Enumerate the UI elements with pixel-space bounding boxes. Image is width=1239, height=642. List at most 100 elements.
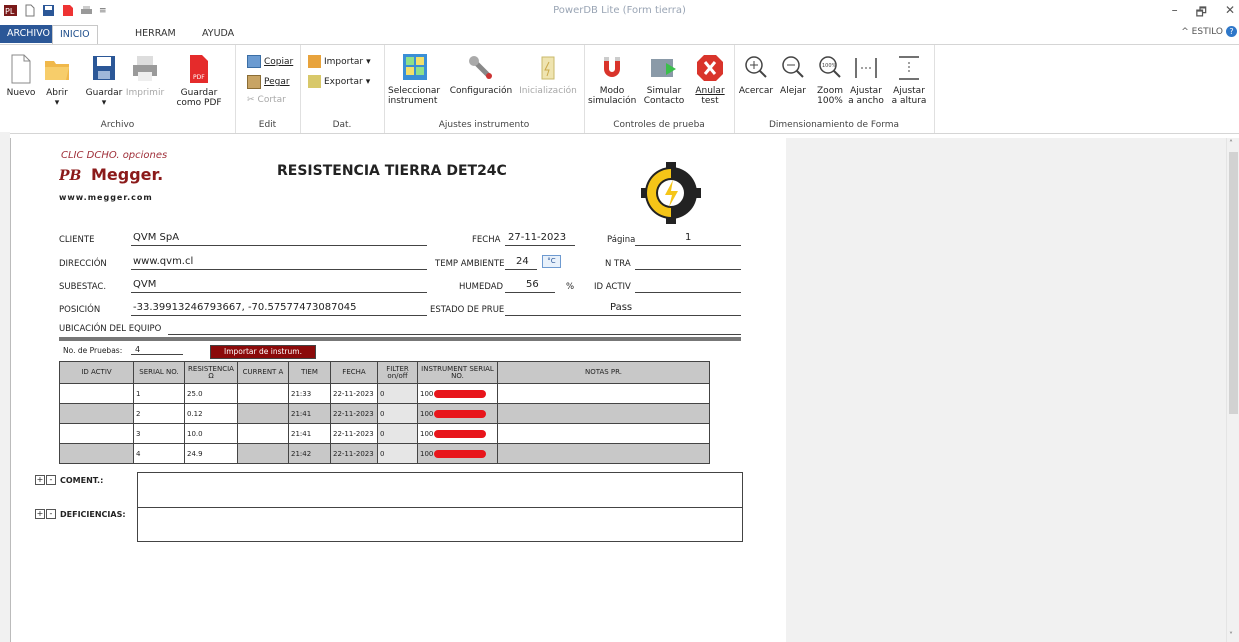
group-label-dat: Dat. <box>332 120 352 130</box>
copiar-button[interactable]: Copiar <box>247 55 293 68</box>
cell-notas[interactable] <box>497 383 710 404</box>
pdf-file-icon: PDF <box>190 55 208 83</box>
cliente-underline <box>131 245 427 246</box>
scroll-up-icon[interactable]: ˄ <box>1229 139 1233 148</box>
seleccionar-instrument-button[interactable]: Seleccionar instrument <box>388 53 448 106</box>
copy-icon <box>247 55 261 68</box>
cell-notas[interactable] <box>497 403 710 424</box>
help-icon[interactable]: ? <box>1226 26 1237 37</box>
col-header-serial: SERIAL NO. <box>133 361 185 384</box>
cell-resistencia[interactable]: 24.9 <box>184 443 238 464</box>
cell-resistencia[interactable]: 10.0 <box>184 423 238 444</box>
posicion-value[interactable]: -33.39913246793667, -70.57577473087045 <box>133 302 357 313</box>
fecha-value[interactable]: 27-11-2023 <box>508 232 566 243</box>
cliente-value[interactable]: QVM SpA <box>133 232 179 243</box>
cell-current[interactable] <box>237 423 289 444</box>
ajustar-ancho-button[interactable]: Ajustar a ancho <box>846 53 886 106</box>
coment-field[interactable] <box>137 472 743 508</box>
close-icon[interactable]: ✕ <box>1225 3 1235 24</box>
alejar-button[interactable]: Alejar <box>776 53 810 96</box>
cortar-button[interactable]: ✂ Cortar <box>247 95 286 105</box>
importar-button[interactable]: Importar ▾ <box>308 55 371 68</box>
cell-instrument-serial[interactable]: 100 <box>417 383 498 404</box>
cell-serial[interactable]: 2 <box>133 403 185 424</box>
svg-text:PDF: PDF <box>193 74 205 81</box>
cell-tiem[interactable]: 21:33 <box>288 383 331 404</box>
collapse-minus-icon[interactable]: - <box>46 509 56 519</box>
cell-notas[interactable] <box>497 443 710 464</box>
num-pruebas-value[interactable]: 4 <box>135 345 140 354</box>
cell-fecha[interactable]: 22-11-2023 <box>330 383 378 404</box>
cell-fecha[interactable]: 22-11-2023 <box>330 443 378 464</box>
cell-filter[interactable]: 0 <box>377 423 418 444</box>
pegar-button[interactable]: Pegar <box>247 75 290 89</box>
svg-text:100%: 100% <box>822 63 837 69</box>
scroll-thumb[interactable] <box>1229 152 1238 414</box>
cell-fecha[interactable]: 22-11-2023 <box>330 423 378 444</box>
guardar-button[interactable]: Guardar ▾ <box>84 53 124 108</box>
cell-current[interactable] <box>237 383 289 404</box>
importar-instrum-button[interactable]: Importar de instrum. <box>210 345 316 359</box>
estado-value[interactable]: Pass <box>610 302 632 313</box>
cell-tiem[interactable]: 21:41 <box>288 423 331 444</box>
ubicacion-underline[interactable] <box>168 334 741 335</box>
configuracion-button[interactable]: Configuración <box>448 53 514 96</box>
tab-archivo[interactable]: ARCHIVO <box>0 25 58 43</box>
cell-instrument-serial[interactable]: 100 <box>417 423 498 444</box>
simular-contacto-button[interactable]: Simular Contacto <box>642 53 686 106</box>
expand-plus-icon[interactable]: + <box>35 509 45 519</box>
cell-notas[interactable] <box>497 423 710 444</box>
cell-id-activ[interactable] <box>59 443 134 464</box>
cell-instrument-serial[interactable]: 100 <box>417 443 498 464</box>
modo-simulacion-button[interactable]: Modo simulación <box>588 53 636 106</box>
ntra-underline[interactable] <box>635 269 741 270</box>
tab-herram[interactable]: HERRAM <box>128 25 183 43</box>
idactiv-underline[interactable] <box>635 292 741 293</box>
subestac-value[interactable]: QVM <box>133 279 156 290</box>
window-controls: – 🗗 ✕ <box>1172 3 1235 24</box>
inicializacion-button[interactable]: Inicialización <box>516 53 580 96</box>
humedad-value[interactable]: 56 <box>526 279 539 290</box>
acercar-button[interactable]: Acercar <box>738 53 774 96</box>
cell-resistencia[interactable]: 0.12 <box>184 403 238 424</box>
cell-tiem[interactable]: 21:41 <box>288 403 331 424</box>
direccion-value[interactable]: www.qvm.cl <box>133 256 193 267</box>
cell-filter[interactable]: 0 <box>377 403 418 424</box>
restore-icon[interactable]: 🗗 <box>1196 3 1207 24</box>
style-menu[interactable]: ^ ESTILO <box>1181 27 1223 37</box>
minimize-icon[interactable]: – <box>1172 3 1178 24</box>
tab-ayuda[interactable]: AYUDA <box>195 25 241 43</box>
cell-filter[interactable]: 0 <box>377 383 418 404</box>
expand-plus-icon[interactable]: + <box>35 475 45 485</box>
cell-id-activ[interactable] <box>59 423 134 444</box>
humedad-unit: % <box>566 282 575 292</box>
cell-id-activ[interactable] <box>59 403 134 424</box>
cell-resistencia[interactable]: 25.0 <box>184 383 238 404</box>
zoom-100-button[interactable]: 100% Zoom 100% <box>812 53 848 106</box>
imprimir-button[interactable]: Imprimir <box>124 53 166 98</box>
cell-serial[interactable]: 3 <box>133 423 185 444</box>
temp-value[interactable]: 24 <box>516 256 529 267</box>
abrir-button[interactable]: Abrir ▾ <box>40 53 74 108</box>
cell-instrument-serial[interactable]: 100 <box>417 403 498 424</box>
deficiencias-field[interactable] <box>137 507 743 542</box>
ajustar-altura-button[interactable]: Ajustar a altura <box>888 53 930 106</box>
cell-id-activ[interactable] <box>59 383 134 404</box>
guardar-pdf-button[interactable]: PDF Guardar como PDF <box>168 53 230 108</box>
cell-tiem[interactable]: 21:42 <box>288 443 331 464</box>
vertical-scrollbar[interactable]: ˄ ˅ <box>1226 138 1239 642</box>
cell-current[interactable] <box>237 443 289 464</box>
exportar-button[interactable]: Exportar ▾ <box>308 75 370 88</box>
temp-unit-toggle[interactable]: °C <box>542 255 561 268</box>
nuevo-button[interactable]: Nuevo <box>4 53 38 98</box>
tab-inicio[interactable]: INICIO <box>52 25 98 45</box>
cell-serial[interactable]: 4 <box>133 443 185 464</box>
anular-test-button[interactable]: Anular test <box>690 53 730 106</box>
scroll-down-icon[interactable]: ˅ <box>1229 631 1233 640</box>
chevron-down-icon: ▾ <box>366 56 371 67</box>
cell-filter[interactable]: 0 <box>377 443 418 464</box>
cell-current[interactable] <box>237 403 289 424</box>
collapse-minus-icon[interactable]: - <box>46 475 56 485</box>
cell-fecha[interactable]: 22-11-2023 <box>330 403 378 424</box>
cell-serial[interactable]: 1 <box>133 383 185 404</box>
